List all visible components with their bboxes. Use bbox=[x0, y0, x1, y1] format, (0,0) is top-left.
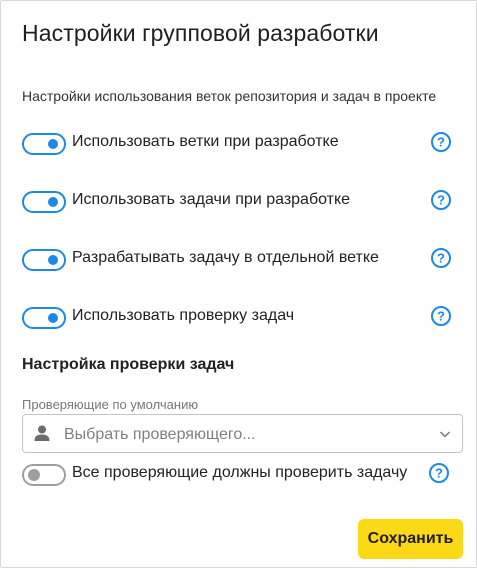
setting-row-use-tasks: Использовать задачи при разработке ? bbox=[22, 187, 452, 215]
task-in-branch-toggle[interactable] bbox=[22, 249, 66, 271]
reviewer-select[interactable]: Выбрать проверяющего... bbox=[22, 414, 463, 453]
svg-text:?: ? bbox=[437, 135, 445, 150]
toggle-knob bbox=[48, 139, 58, 149]
chevron-down-icon bbox=[439, 431, 451, 438]
use-branches-label: Использовать ветки при разработке bbox=[72, 133, 339, 150]
use-tasks-toggle[interactable] bbox=[22, 191, 66, 213]
default-reviewers-label: Проверяющие по умолчанию bbox=[22, 397, 199, 412]
toggle-knob bbox=[48, 197, 58, 207]
review-section-title: Настройка проверки задач bbox=[22, 356, 235, 373]
group-development-settings-dialog: Настройки групповой разработки Настройки… bbox=[0, 0, 477, 568]
question-circle-icon[interactable]: ? bbox=[430, 131, 452, 153]
use-tasks-label: Использовать задачи при разработке bbox=[72, 191, 351, 208]
all-reviewers-label: Все проверяющие должны проверить задачу bbox=[72, 464, 408, 481]
setting-row-task-review: Использовать проверку задач ? bbox=[22, 303, 452, 331]
reviewer-select-placeholder: Выбрать проверяющего... bbox=[64, 426, 256, 443]
all-reviewers-toggle[interactable] bbox=[22, 464, 66, 486]
svg-text:?: ? bbox=[437, 193, 445, 208]
toggle-knob bbox=[48, 255, 58, 265]
use-branches-toggle[interactable] bbox=[22, 133, 66, 155]
svg-text:?: ? bbox=[435, 466, 443, 481]
toggle-knob bbox=[28, 469, 40, 481]
task-review-label: Использовать проверку задач bbox=[72, 307, 295, 324]
dialog-subtitle: Настройки использования веток репозитори… bbox=[22, 88, 437, 104]
setting-row-all-reviewers: Все проверяющие должны проверить задачу … bbox=[22, 460, 452, 488]
question-circle-icon[interactable]: ? bbox=[430, 247, 452, 269]
task-review-toggle[interactable] bbox=[22, 307, 66, 329]
setting-row-task-in-branch: Разрабатывать задачу в отдельной ветке ? bbox=[22, 245, 452, 273]
setting-row-use-branches: Использовать ветки при разработке ? bbox=[22, 129, 452, 157]
user-icon bbox=[34, 425, 50, 441]
question-circle-icon[interactable]: ? bbox=[430, 189, 452, 211]
dialog-title: Настройки групповой разработки bbox=[22, 20, 379, 46]
task-in-branch-label: Разрабатывать задачу в отдельной ветке bbox=[72, 249, 379, 266]
question-circle-icon[interactable]: ? bbox=[430, 305, 452, 327]
svg-text:?: ? bbox=[437, 309, 445, 324]
toggle-knob bbox=[48, 313, 58, 323]
question-circle-icon[interactable]: ? bbox=[428, 462, 450, 484]
save-button[interactable]: Сохранить bbox=[358, 519, 463, 559]
svg-text:?: ? bbox=[437, 251, 445, 266]
